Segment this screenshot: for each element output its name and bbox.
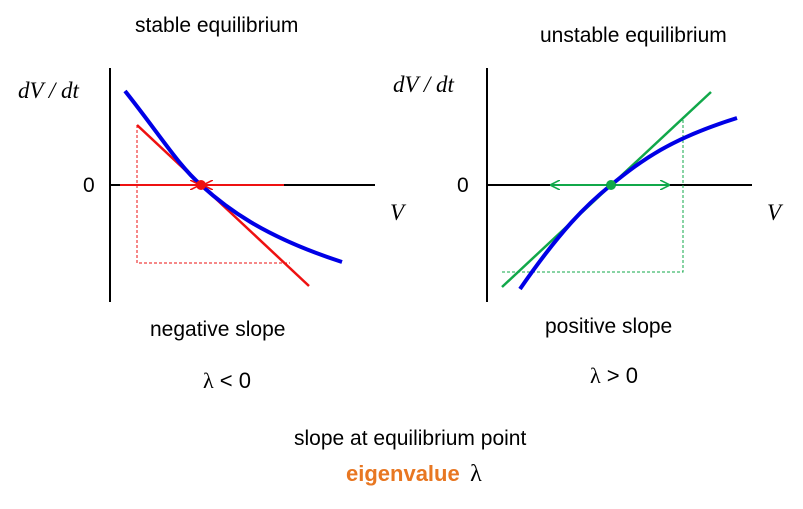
right-equilibrium-point [606,180,616,190]
right-unstable-plot [486,68,752,302]
left-equilibrium-point [196,180,206,190]
phase-plots-svg [109,68,752,302]
phase-diagram-figure: stable equilibrium dV / dt 0 V negative … [0,0,803,509]
right-dvdt-curve [518,116,738,291]
left-dvdt-curve [123,89,343,264]
right-guide-dashed [502,117,684,273]
left-stable-plot [109,68,375,302]
